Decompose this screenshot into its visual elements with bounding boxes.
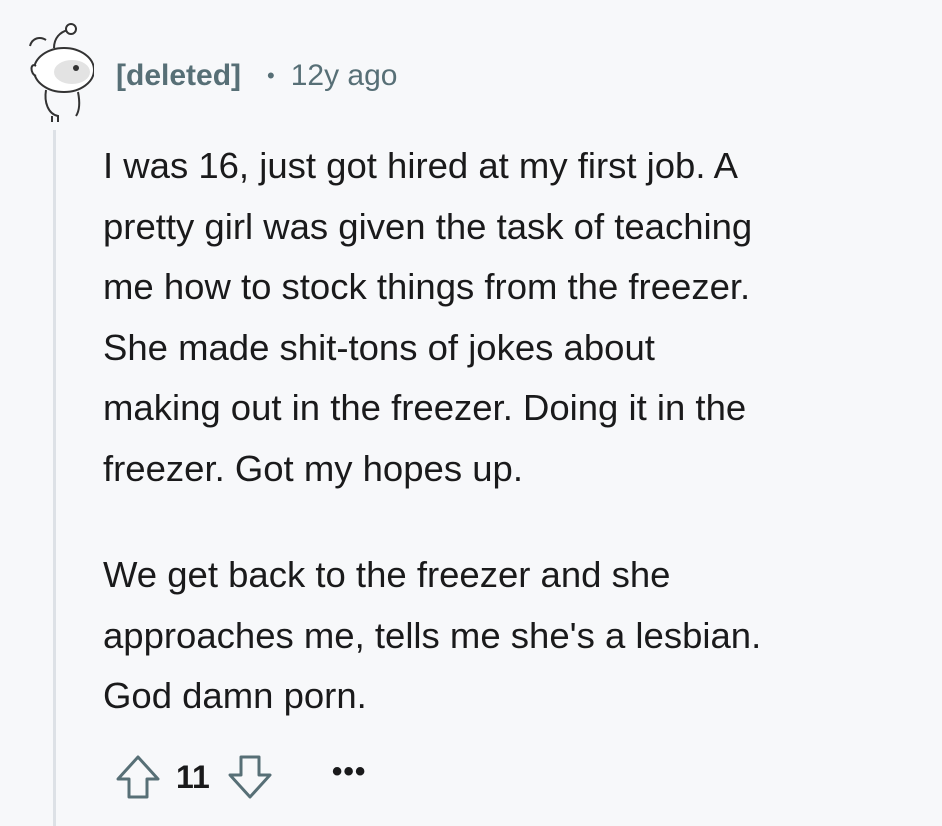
comment-paragraph: I was 16, just got hired at my first job… (103, 145, 753, 489)
vote-score: 11 (176, 758, 210, 795)
comment-actions: 11 ••• (112, 750, 366, 804)
more-options-button[interactable]: ••• (332, 757, 367, 797)
thread-line[interactable] (53, 130, 56, 826)
comment-paragraph: We get back to the freezer and she appro… (103, 554, 762, 716)
upvote-arrow-icon[interactable] (112, 751, 164, 803)
snoo-avatar-icon[interactable] (24, 22, 95, 122)
comment-meta: [deleted] • 12y ago (116, 56, 397, 96)
downvote-arrow-icon[interactable] (224, 751, 276, 803)
comment-body: I was 16, just got hired at my first job… (103, 136, 923, 727)
author-name[interactable]: [deleted] (116, 59, 241, 93)
comment-age: 12y ago (290, 59, 398, 92)
meta-separator: • (267, 63, 275, 88)
